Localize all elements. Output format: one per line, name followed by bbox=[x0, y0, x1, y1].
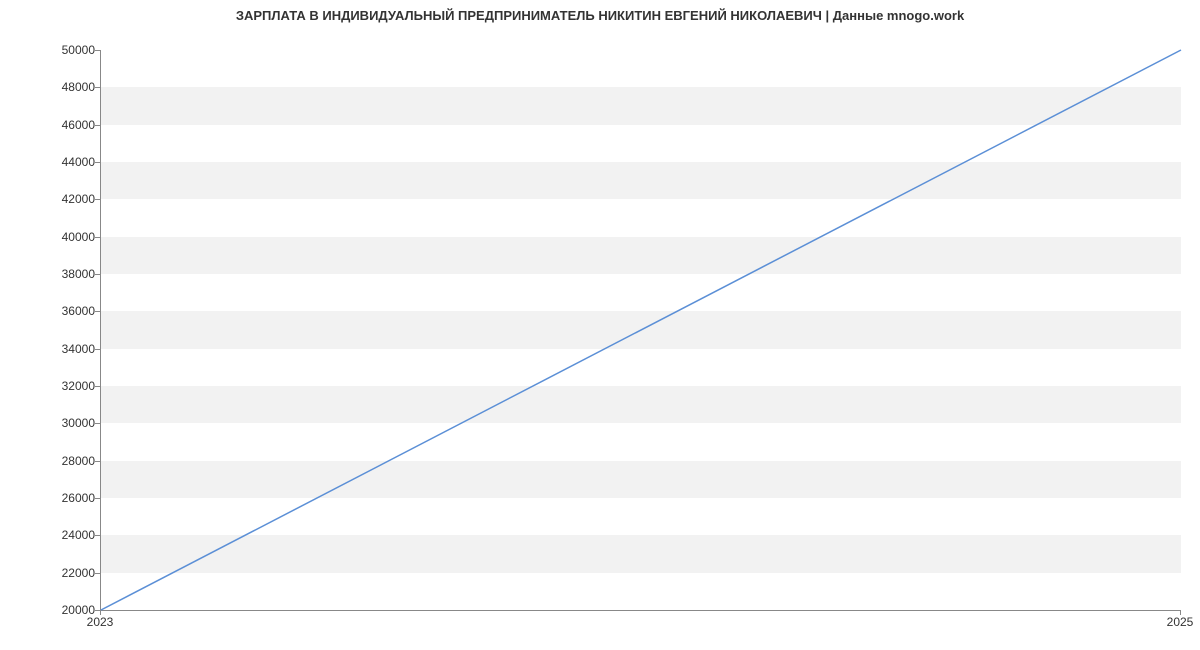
y-tick-label: 32000 bbox=[35, 379, 95, 393]
y-tick-label: 46000 bbox=[35, 118, 95, 132]
y-tick-mark bbox=[95, 461, 100, 462]
y-tick-label: 34000 bbox=[35, 342, 95, 356]
x-tick-mark bbox=[1180, 610, 1181, 615]
y-tick-mark bbox=[95, 274, 100, 275]
y-tick-mark bbox=[95, 199, 100, 200]
y-tick-label: 24000 bbox=[35, 528, 95, 542]
line-series bbox=[101, 50, 1181, 610]
y-tick-mark bbox=[95, 50, 100, 51]
chart-container: ЗАРПЛАТА В ИНДИВИДУАЛЬНЫЙ ПРЕДПРИНИМАТЕЛ… bbox=[0, 0, 1200, 650]
y-tick-mark bbox=[95, 535, 100, 536]
y-tick-label: 22000 bbox=[35, 566, 95, 580]
y-tick-mark bbox=[95, 498, 100, 499]
x-tick-label: 2025 bbox=[1167, 615, 1194, 629]
y-tick-label: 44000 bbox=[35, 155, 95, 169]
plot-area bbox=[100, 50, 1181, 611]
y-tick-mark bbox=[95, 349, 100, 350]
y-tick-mark bbox=[95, 573, 100, 574]
y-tick-mark bbox=[95, 87, 100, 88]
y-tick-label: 26000 bbox=[35, 491, 95, 505]
chart-title: ЗАРПЛАТА В ИНДИВИДУАЛЬНЫЙ ПРЕДПРИНИМАТЕЛ… bbox=[0, 8, 1200, 23]
y-tick-mark bbox=[95, 237, 100, 238]
y-tick-mark bbox=[95, 162, 100, 163]
y-tick-label: 48000 bbox=[35, 80, 95, 94]
y-tick-mark bbox=[95, 311, 100, 312]
y-tick-label: 50000 bbox=[35, 43, 95, 57]
y-tick-mark bbox=[95, 125, 100, 126]
y-tick-label: 42000 bbox=[35, 192, 95, 206]
x-tick-label: 2023 bbox=[87, 615, 114, 629]
y-tick-label: 38000 bbox=[35, 267, 95, 281]
y-tick-label: 36000 bbox=[35, 304, 95, 318]
y-tick-label: 28000 bbox=[35, 454, 95, 468]
x-tick-mark bbox=[100, 610, 101, 615]
y-tick-mark bbox=[95, 386, 100, 387]
y-tick-mark bbox=[95, 423, 100, 424]
y-tick-label: 30000 bbox=[35, 416, 95, 430]
y-tick-label: 40000 bbox=[35, 230, 95, 244]
